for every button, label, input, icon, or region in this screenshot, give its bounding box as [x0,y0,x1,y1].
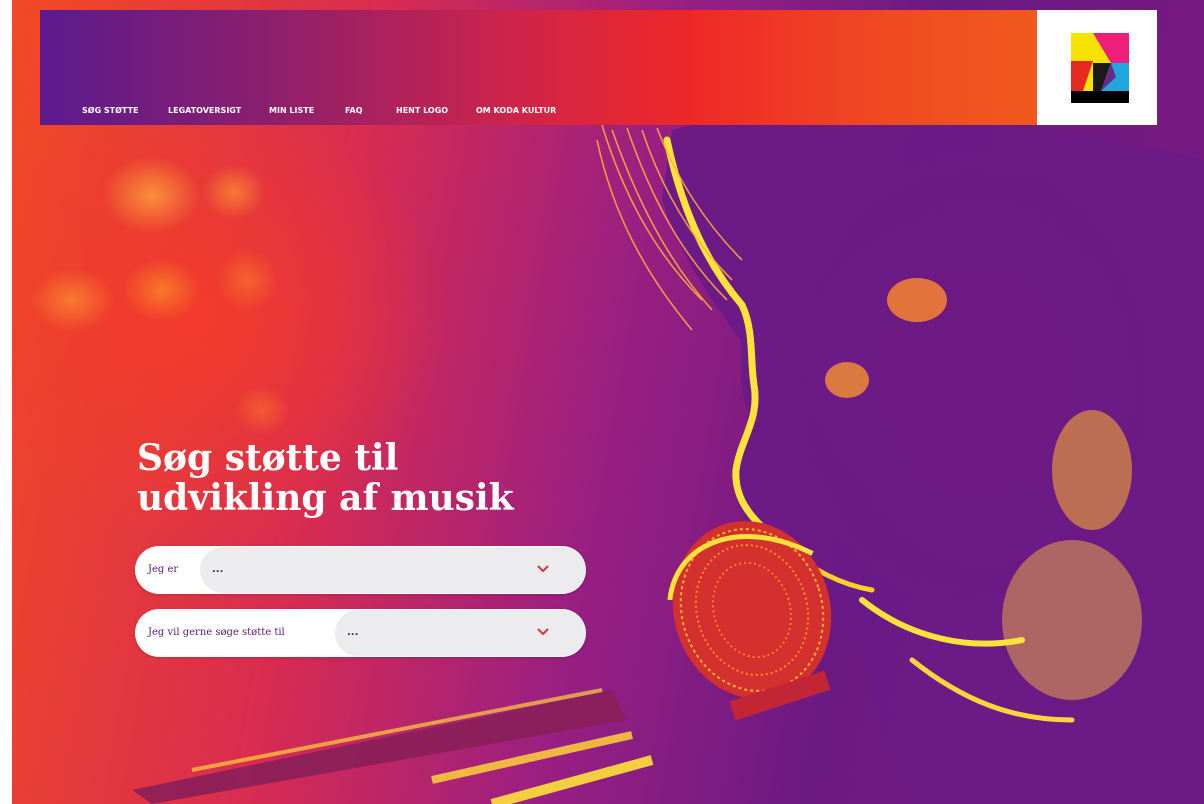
role-dropdown-value: ... [212,564,224,575]
hero-headline-line-1: Søg støtte til [137,437,399,479]
support-dropdown-value: ... [347,627,359,638]
koda-kultur-logo-icon [1071,33,1129,103]
hero-headline: Søg støtte til udvikling af musik [137,438,637,518]
role-select: Jeg er ... [135,546,586,594]
nav-item-om-koda-kultur[interactable]: OM KODA KULTUR [476,106,556,115]
support-select: Jeg vil gerne søge støtte til ... [135,609,586,657]
nav-item-faq[interactable]: FAQ [345,106,363,115]
nav-item-min-liste[interactable]: MIN LISTE [269,106,314,115]
chevron-down-icon [537,628,549,635]
nav-item-hent-logo[interactable]: HENT LOGO [396,106,448,115]
support-select-label: Jeg vil gerne søge støtte til [148,627,285,638]
nav-item-sog-stotte[interactable]: SØG STØTTE [82,106,139,115]
support-dropdown[interactable]: ... [335,610,585,656]
hero-headline-line-2: udvikling af musik [137,477,514,519]
role-dropdown[interactable]: ... [200,547,585,593]
role-select-label: Jeg er [148,564,179,575]
logo-link[interactable] [1037,10,1157,125]
chevron-down-icon [537,565,549,572]
nav-item-legatoversigt[interactable]: LEGATOVERSIGT [168,106,241,115]
